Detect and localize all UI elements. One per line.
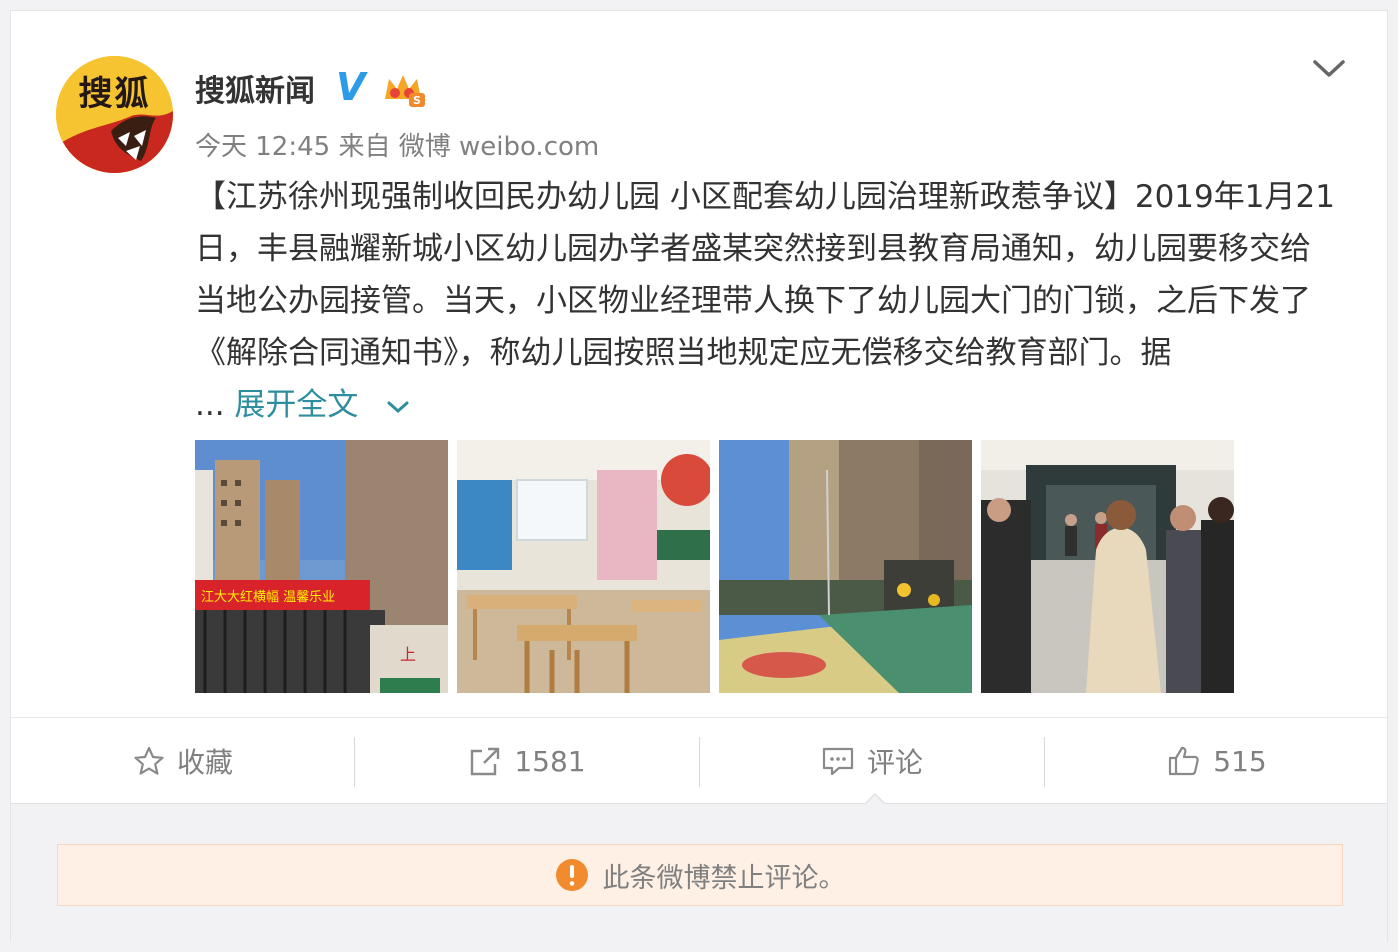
like-button[interactable]: 515 — [1045, 718, 1389, 804]
expand-row: ... 展开全文 — [195, 379, 410, 431]
verified-v-icon: V — [336, 65, 366, 109]
svg-text:上: 上 — [400, 645, 416, 664]
svg-text:S: S — [413, 94, 421, 107]
expand-full-text-link[interactable]: 展开全文 — [234, 387, 358, 423]
photo-classroom[interactable] — [457, 440, 710, 693]
action-bar: 收藏 1581 评论 515 — [11, 717, 1387, 804]
avatar[interactable]: 搜狐 — [56, 56, 173, 173]
post-content: 【江苏徐州现强制收回民办幼儿园 小区配套幼儿园治理新政惹争议】2019年1月21… — [195, 179, 1335, 371]
member-crown-icon[interactable]: S — [381, 71, 425, 107]
chevron-down-icon[interactable] — [1311, 56, 1347, 80]
thumbs-up-icon — [1169, 746, 1199, 776]
favorite-label: 收藏 — [176, 746, 233, 779]
post-meta: 今天 12:45 来自 微博 weibo.com — [195, 132, 600, 162]
avatar-logo-text: 搜狐 — [78, 74, 151, 114]
svg-text:江大大红横幅 温馨乐业: 江大大红横幅 温馨乐业 — [201, 589, 335, 605]
share-icon — [471, 747, 500, 776]
comments-disabled-notice: 此条微博禁止评论。 — [57, 844, 1343, 906]
comment-pointer-inner — [865, 795, 885, 805]
username[interactable]: 搜狐新闻 — [195, 66, 315, 110]
warning-icon — [555, 859, 588, 891]
photo-playground[interactable] — [719, 440, 972, 693]
expand-chevron-icon[interactable] — [386, 399, 410, 415]
favorite-button[interactable]: 收藏 — [11, 718, 355, 804]
comment-area: 此条微博禁止评论。 — [11, 793, 1387, 943]
notice-text: 此条微博禁止评论。 — [602, 862, 846, 894]
comment-label: 评论 — [866, 746, 923, 779]
comment-icon — [822, 747, 854, 776]
like-count: 515 — [1213, 744, 1267, 778]
star-icon — [134, 746, 164, 775]
photo-crowd-entrance[interactable] — [981, 440, 1234, 693]
ellipsis: ... — [195, 387, 225, 423]
comment-button[interactable]: 评论 — [700, 718, 1044, 804]
photo-building-gate[interactable]: 江大大红横幅 温馨乐业 上 — [195, 440, 448, 693]
repost-button[interactable]: 1581 — [355, 718, 699, 804]
weibo-card: 搜狐 搜狐新闻 V S 今天 12:45 来自 微博 weibo.com 【江苏… — [10, 10, 1388, 943]
repost-count: 1581 — [514, 744, 586, 778]
